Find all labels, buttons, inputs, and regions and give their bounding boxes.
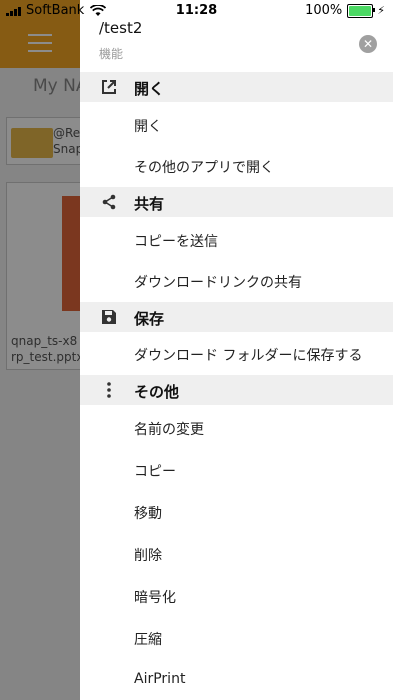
- charging-icon: ⚡: [377, 4, 385, 17]
- menu-item-delete[interactable]: 削除: [134, 545, 162, 565]
- actions-drawer: /test2 機能 ✕ 開く 開く その他のアプリで開く 共有 コピーを送信 ダ…: [80, 0, 393, 700]
- menu-item-encrypt[interactable]: 暗号化: [134, 587, 176, 607]
- menu-item-compress[interactable]: 圧縮: [134, 629, 162, 649]
- menu-item-airprint[interactable]: AirPrint: [134, 671, 185, 687]
- drawer-subtitle: 機能: [99, 47, 124, 61]
- section-open: 開く: [80, 72, 393, 102]
- menu-item-move[interactable]: 移動: [134, 503, 162, 523]
- menu-item-save-to-downloads[interactable]: ダウンロード フォルダーに保存する: [134, 345, 362, 365]
- section-other: その他: [80, 375, 393, 405]
- section-save-title: 保存: [134, 310, 165, 328]
- section-save: 保存: [80, 302, 393, 332]
- menu-item-open-in-other-app[interactable]: その他のアプリで開く: [134, 157, 274, 177]
- menu-item-share-download-link[interactable]: ダウンロードリンクの共有: [134, 272, 302, 292]
- battery-percent: 100%: [305, 3, 343, 18]
- section-share: 共有: [80, 187, 393, 217]
- section-share-title: 共有: [134, 195, 165, 213]
- battery-info: 100% ⚡: [305, 3, 385, 18]
- close-button[interactable]: ✕: [359, 35, 377, 53]
- share-icon: [102, 194, 116, 210]
- menu-item-send-copy[interactable]: コピーを送信: [134, 231, 218, 251]
- menu-item-copy[interactable]: コピー: [134, 461, 176, 481]
- more-vertical-icon: [107, 382, 111, 398]
- open-external-icon: [102, 80, 116, 94]
- section-open-title: 開く: [134, 80, 165, 98]
- status-bar: SoftBank 11:28 100% ⚡: [0, 0, 393, 22]
- battery-icon: [347, 3, 376, 18]
- section-other-title: その他: [134, 383, 180, 401]
- close-icon: ✕: [362, 37, 374, 51]
- menu-item-open[interactable]: 開く: [134, 116, 162, 136]
- menu-item-rename[interactable]: 名前の変更: [134, 419, 204, 439]
- save-icon: [102, 310, 116, 324]
